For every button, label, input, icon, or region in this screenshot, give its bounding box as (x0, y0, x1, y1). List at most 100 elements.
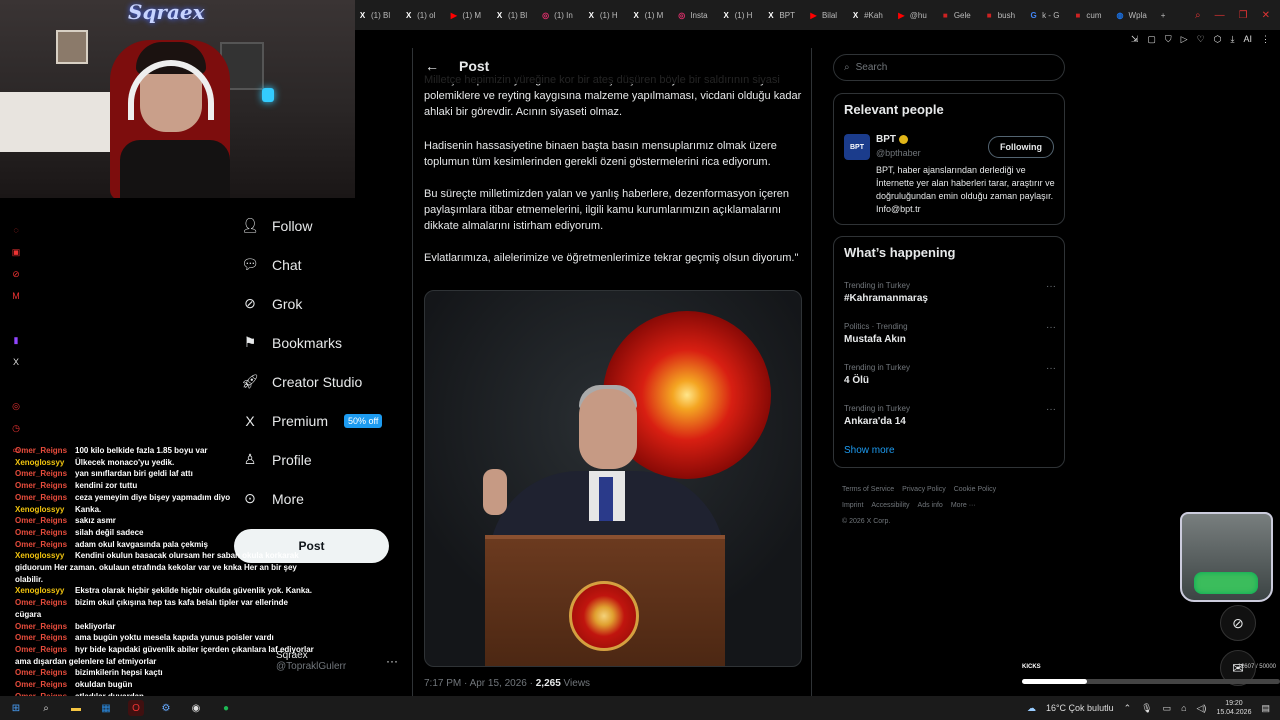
clock-icon[interactable]: ◷ (11, 423, 21, 435)
shield-icon[interactable]: ⛉ (1165, 34, 1172, 45)
page-title: Post (459, 58, 490, 74)
target-icon[interactable]: ◎ (11, 401, 21, 413)
play-icon[interactable]: ▷ (1181, 34, 1188, 45)
screenshot-icon[interactable]: ▢ (1147, 34, 1156, 45)
post-image[interactable] (424, 290, 802, 667)
twitch-icon[interactable]: ▮ (11, 335, 21, 347)
obs-icon[interactable]: ◉ (188, 700, 204, 716)
steam-icon[interactable]: ⚙ (158, 700, 174, 716)
footer-link[interactable]: Accessibility (871, 502, 909, 509)
file-explorer-icon[interactable]: ▬ (68, 700, 84, 716)
browser-tab[interactable]: ▶ @hu (891, 2, 933, 28)
network-icon[interactable]: ⌂ (1181, 703, 1186, 713)
nav-item-bookmarks[interactable]: ⚑ Bookmarks (240, 323, 410, 362)
footer-link[interactable]: More ··· (951, 502, 976, 509)
more-dots-icon[interactable]: ··· (1046, 404, 1056, 415)
avatar[interactable]: BPT (844, 134, 870, 160)
browser-tab-label: (1) H (734, 10, 753, 20)
start-icon[interactable]: ⊞ (8, 700, 24, 716)
heart-icon[interactable]: ♡ (1197, 34, 1205, 45)
footer-link[interactable]: Cookie Policy (954, 486, 996, 493)
more-dots-icon[interactable]: ··· (386, 654, 398, 668)
browser-tab[interactable]: ◍ Wpla (1110, 2, 1153, 28)
menu-icon[interactable]: ⋮ (1261, 34, 1270, 45)
nav-item-premium[interactable]: X Premium 50% off (240, 401, 410, 440)
bag-icon[interactable]: ▣ (11, 247, 21, 259)
browser-tab[interactable]: X (1) ol (398, 2, 441, 28)
trend-item[interactable]: Trending in Turkey #Kahramanmaraş ··· (844, 281, 1056, 304)
trend-item[interactable]: Trending in Turkey 4 Ölü ··· (844, 363, 1056, 386)
download-icon[interactable]: ⤓ (1231, 34, 1235, 45)
store-icon[interactable]: ▦ (98, 700, 114, 716)
weather-text[interactable]: 16°C Çok bulutlu (1046, 703, 1114, 713)
more-dots-icon[interactable]: ··· (1046, 363, 1056, 374)
browser-tab[interactable]: X (1) H (581, 2, 624, 28)
chat-icon: 💬︎ (241, 256, 259, 272)
search-icon[interactable]: ⌕ (1195, 10, 1201, 21)
browser-tab[interactable]: X (1) Bl (489, 2, 533, 28)
slash-icon[interactable]: ⊘ (11, 269, 21, 281)
browser-tab[interactable]: X (1) H (716, 2, 759, 28)
back-arrow-icon[interactable]: ← (425, 58, 439, 74)
new-tab-plus-icon[interactable]: + (1155, 2, 1172, 28)
restore-icon[interactable]: ❐ (1239, 10, 1248, 21)
battery-icon[interactable]: ▭ (1163, 703, 1172, 714)
nav-item-creator-studio[interactable]: 🚀︎ Creator Studio (240, 362, 410, 401)
trend-item[interactable]: Trending in Turkey Ankara'da 14 ··· (844, 404, 1056, 427)
grok-icon: ⊘ (244, 295, 256, 311)
footer-link[interactable]: © 2026 X Corp. (842, 518, 890, 525)
footer-link[interactable]: Terms of Service (842, 486, 894, 493)
browser-tab[interactable]: X BPT (760, 2, 801, 28)
browser-tab[interactable]: ▶ Bilal (803, 2, 843, 28)
footer-link[interactable]: Ads info (918, 502, 943, 509)
browser-tab[interactable]: ▶ (1) M (443, 2, 487, 28)
trend-context: Trending in Turkey (844, 281, 910, 290)
browser-tab[interactable]: ◎ (1) In (535, 2, 579, 28)
discount-badge: 50% off (344, 413, 383, 428)
refresh-icon[interactable]: ◌ (11, 225, 21, 237)
person-name[interactable]: BPT (876, 134, 908, 145)
volume-icon[interactable]: ◁) (1197, 703, 1207, 714)
chat-username: Omer_Reigns (15, 598, 68, 608)
more-dots-icon[interactable]: ··· (1046, 281, 1056, 292)
footer-link[interactable]: Imprint (842, 502, 863, 509)
close-icon[interactable]: ✕ (1262, 10, 1270, 21)
browser-tab[interactable]: X (1) M (626, 2, 670, 28)
nav-item-follow[interactable]: 👤︎ Follow (240, 206, 410, 245)
trend-context: Trending in Turkey (844, 404, 910, 413)
post-paragraph: Hadisenin hassasiyetine binaen başta bas… (424, 140, 777, 168)
spotify-icon[interactable]: ● (218, 700, 234, 716)
mail-icon[interactable]: M (11, 291, 21, 303)
footer-link[interactable]: Privacy Policy (902, 486, 946, 493)
grok-icon[interactable]: ⊘ (1220, 605, 1256, 641)
extensions-icon[interactable]: ⬡ (1214, 34, 1222, 45)
browser-tab[interactable]: Gk - G (1023, 2, 1065, 28)
trend-item[interactable]: Politics · Trending Mustafa Akın ··· (844, 322, 1056, 345)
ai-icon[interactable]: AI (1243, 34, 1252, 44)
browser-tab[interactable]: ■ bush (979, 2, 1021, 28)
nav-item-chat[interactable]: 💬︎ Chat (240, 245, 410, 284)
post-detail-column: ← Post Milletçe hepimizin yüreğine kor b… (412, 48, 812, 700)
search-icon[interactable]: ⌕ (38, 700, 54, 716)
browser-tab[interactable]: X (1) Bl (352, 2, 396, 28)
browser-tab[interactable]: ■ cum (1067, 2, 1107, 28)
pin-icon[interactable]: ⇲ (1131, 34, 1139, 45)
show-more-link[interactable]: Show more (844, 445, 895, 456)
mic-icon[interactable]: 🎙︎ (1141, 703, 1152, 714)
search-input[interactable]: ⌕ Search (833, 54, 1065, 81)
following-button[interactable]: Following (988, 136, 1054, 158)
browser-tab[interactable]: ◎ Insta (671, 2, 713, 28)
browser-tab[interactable]: ■ Gele (935, 2, 977, 28)
relevant-people-card: Relevant people BPT BPT @bpthaber Follow… (833, 93, 1065, 225)
nav-item-grok[interactable]: ⊘ Grok (240, 284, 410, 323)
system-clock[interactable]: 19:20 15.04.2026 (1216, 699, 1251, 717)
chat-message: Xenoglossyy Ülkecek monaco'yu yedik. (15, 457, 315, 469)
more-dots-icon[interactable]: ··· (1046, 322, 1056, 333)
notification-icon[interactable]: ▤ (1261, 703, 1270, 714)
x-icon[interactable]: X (11, 357, 21, 369)
browser-tab-label: Wpla (1128, 10, 1147, 20)
tray-chevron-icon[interactable]: ⌃ (1124, 703, 1132, 714)
minimize-icon[interactable]: — (1215, 10, 1225, 21)
browser-tab[interactable]: X #Kah (845, 2, 889, 28)
opera-gx-icon[interactable]: O (128, 700, 144, 716)
